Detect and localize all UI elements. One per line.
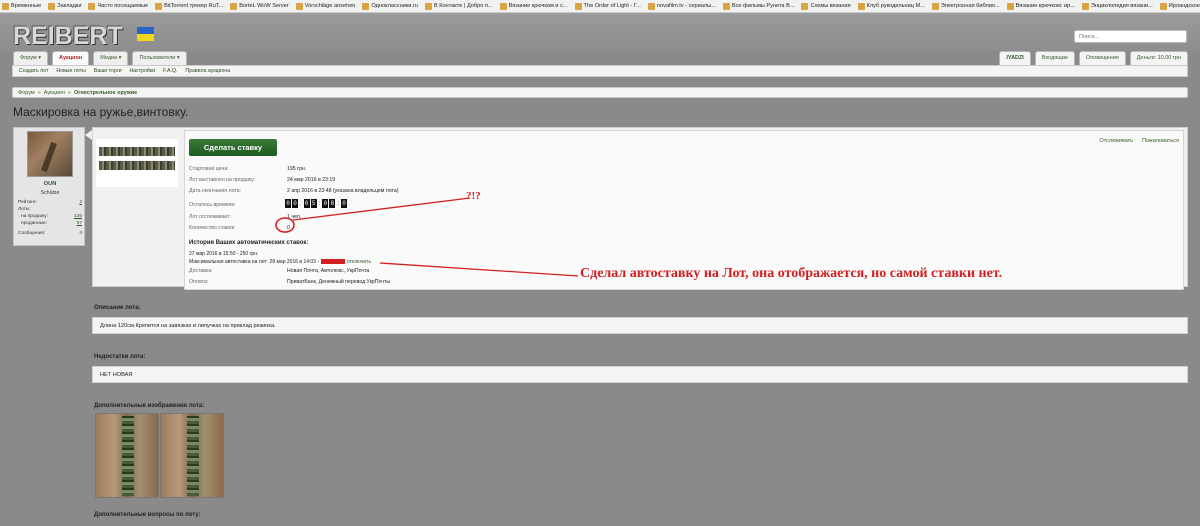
annotation-arrow [292,197,471,221]
flaws-title: Недостатки лота: [94,354,146,360]
questions-title: Дополнительные вопросы по лоту: [94,512,201,518]
images-title: Дополнительные изображения лота: [94,403,205,409]
gallery-image[interactable] [160,413,224,498]
gallery-image[interactable] [95,413,159,498]
annotation-question: ?!? [466,190,481,202]
description-title: Описание лота: [94,305,141,311]
annotation-arrow [379,262,579,277]
flaws-box: НЕТ НОВАЯ [92,366,1188,383]
annotation-circle [275,217,295,233]
description-box: Длина 120см.Крепится на завязках и липуч… [92,317,1188,334]
annotation-note: Сделал автоставку на Лот, она отображает… [580,266,1003,281]
